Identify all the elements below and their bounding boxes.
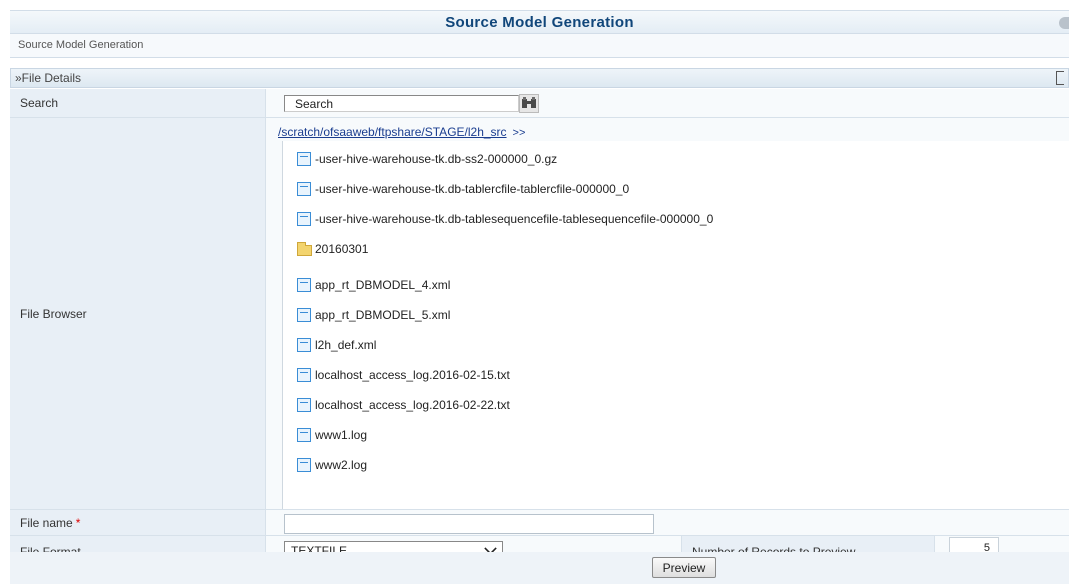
file-list-item-name: app_rt_DBMODEL_4.xml [315, 278, 451, 292]
file-name-label-text: File name [20, 515, 73, 530]
file-browser-label: File Browser [10, 118, 266, 509]
file-list-item[interactable]: -user-hive-warehouse-tk.db-ss2-000000_0.… [297, 152, 557, 166]
title-bar: Source Model Generation [10, 10, 1069, 34]
file-list-item[interactable]: localhost_access_log.2016-02-22.txt [297, 398, 510, 412]
preview-button[interactable]: Preview [652, 557, 716, 578]
required-mark: * [75, 515, 81, 530]
file-details-form: Search Search File Browser /scratch/ofsa… [10, 89, 1069, 568]
file-icon [297, 152, 311, 166]
file-list-item[interactable]: -user-hive-warehouse-tk.db-tablesequence… [297, 212, 713, 226]
search-input[interactable]: Search [284, 95, 519, 112]
section-title: »File Details [15, 71, 82, 85]
file-list-item-name: localhost_access_log.2016-02-22.txt [315, 398, 510, 412]
file-list-item[interactable]: www2.log [297, 458, 367, 472]
file-icon [297, 428, 311, 442]
button-bar: Preview [10, 552, 1069, 584]
file-icon [297, 278, 311, 292]
file-list-item[interactable]: 20160301 [297, 241, 369, 256]
file-list-item-name: -user-hive-warehouse-tk.db-ss2-000000_0.… [315, 152, 558, 166]
page-title: Source Model Generation [445, 14, 634, 31]
file-list-item-name: 20160301 [315, 242, 369, 256]
file-icon [297, 398, 311, 412]
file-icon [297, 182, 311, 196]
file-list-item-name: www1.log [315, 428, 368, 442]
help-icon[interactable] [1059, 17, 1069, 29]
file-list-item-name: www2.log [315, 458, 368, 472]
file-list-item-name: -user-hive-warehouse-tk.db-tablercfile-t… [315, 182, 630, 196]
file-list-item[interactable]: www1.log [297, 428, 367, 442]
file-list-item[interactable]: l2h_def.xml [297, 338, 376, 352]
file-list-item-name: -user-hive-warehouse-tk.db-tablesequence… [315, 212, 714, 226]
file-list: -user-hive-warehouse-tk.db-ss2-000000_0.… [282, 141, 1069, 509]
file-icon [297, 368, 311, 382]
folder-icon [297, 241, 312, 256]
file-icon [297, 458, 311, 472]
file-list-item[interactable]: -user-hive-warehouse-tk.db-tablercfile-t… [297, 182, 629, 196]
file-list-item[interactable]: localhost_access_log.2016-02-15.txt [297, 368, 510, 382]
search-label: Search [10, 89, 266, 117]
file-list-item[interactable]: app_rt_DBMODEL_5.xml [297, 308, 450, 322]
file-list-item-name: app_rt_DBMODEL_5.xml [315, 308, 451, 322]
file-list-item-name: l2h_def.xml [315, 338, 377, 352]
file-details-section-header[interactable]: »File Details [10, 68, 1069, 88]
binoculars-icon[interactable] [519, 94, 539, 113]
file-name-row: File name * [10, 510, 1069, 536]
file-browser-row: File Browser /scratch/ofsaaweb/ftpshare/… [10, 118, 1069, 510]
file-icon [297, 212, 311, 226]
breadcrumb-path: /scratch/ofsaaweb/ftpshare/STAGE/l2h_src… [278, 125, 525, 139]
breadcrumb: Source Model Generation [10, 34, 1069, 58]
file-icon [297, 308, 311, 322]
file-list-item[interactable]: app_rt_DBMODEL_4.xml [297, 278, 450, 292]
section-toggle-icon[interactable] [1056, 71, 1064, 85]
file-name-label: File name * [10, 510, 266, 535]
file-name-input[interactable] [284, 514, 654, 534]
file-list-item-name: localhost_access_log.2016-02-15.txt [315, 368, 510, 382]
path-link[interactable]: /scratch/ofsaaweb/ftpshare/STAGE/l2h_src [278, 125, 507, 139]
path-expand-link[interactable]: >> [513, 127, 526, 139]
search-row: Search Search [10, 89, 1069, 118]
file-icon [297, 338, 311, 352]
